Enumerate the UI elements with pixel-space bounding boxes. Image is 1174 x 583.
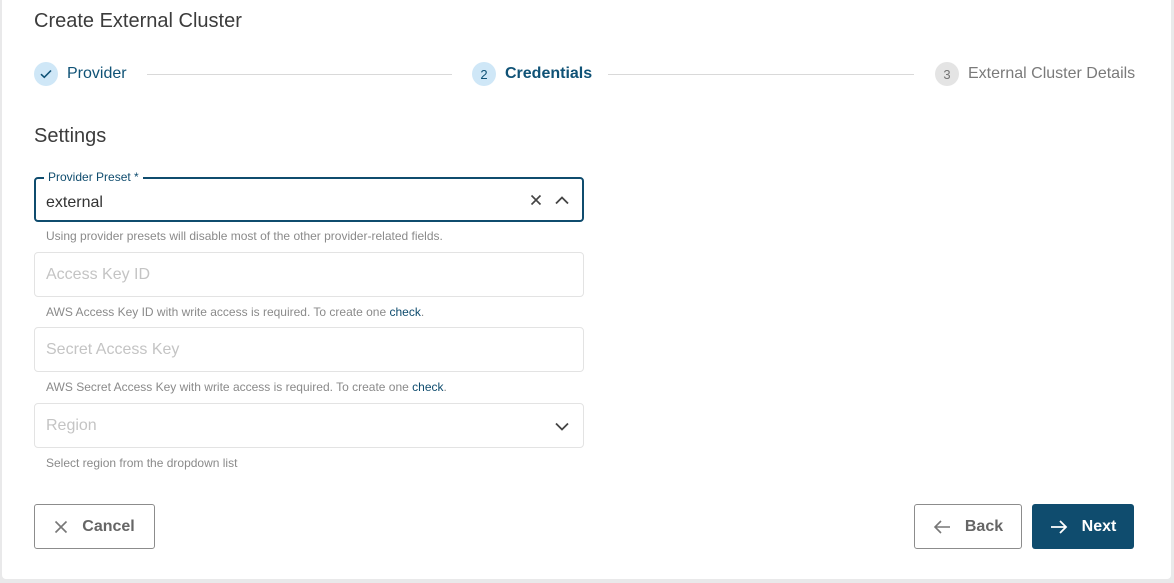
secret-access-key-hint: AWS Secret Access Key with write access … xyxy=(46,380,447,394)
step-external-cluster-details[interactable]: 3 External Cluster Details xyxy=(935,61,1135,87)
access-key-id-input[interactable]: Access Key ID xyxy=(34,252,584,297)
step-credentials[interactable]: 2 Credentials xyxy=(472,61,592,87)
hint-end: . xyxy=(443,380,447,394)
cancel-label: Cancel xyxy=(82,517,135,535)
check-link[interactable]: check xyxy=(389,305,420,319)
step-number: 2 xyxy=(472,62,496,86)
back-label: Back xyxy=(964,517,1004,535)
hint-text: AWS Secret Access Key with write access … xyxy=(46,380,413,394)
chevron-down-icon[interactable] xyxy=(553,417,571,435)
secret-access-key-input[interactable]: Secret Access Key xyxy=(34,327,584,372)
step-label: Provider xyxy=(67,65,127,82)
arrow-left-icon xyxy=(933,519,950,534)
clear-icon[interactable] xyxy=(527,191,545,209)
chevron-up-icon[interactable] xyxy=(553,191,571,209)
close-icon xyxy=(55,520,68,533)
hint-end: . xyxy=(420,305,425,319)
access-key-id-placeholder: Access Key ID xyxy=(46,266,151,283)
secret-access-key-placeholder: Secret Access Key xyxy=(46,341,180,358)
next-label: Next xyxy=(1081,517,1117,535)
next-button[interactable]: Next xyxy=(1032,504,1134,549)
step-number: 3 xyxy=(935,62,959,86)
step-label: External Cluster Details xyxy=(968,65,1136,82)
arrow-right-icon xyxy=(1050,519,1067,534)
stepper-connector xyxy=(147,74,452,75)
dialog-card: Create External Cluster Provider 2 Crede… xyxy=(2,0,1171,579)
provider-preset-value: external xyxy=(46,194,103,211)
region-select[interactable]: Region xyxy=(34,403,584,448)
region-placeholder: Region xyxy=(46,417,97,434)
region-hint: Select region from the dropdown list xyxy=(46,456,238,470)
cancel-button[interactable]: Cancel xyxy=(34,504,155,549)
step-label: Credentials xyxy=(505,65,593,82)
provider-preset-label: Provider Preset * xyxy=(44,170,143,184)
access-key-id-hint: AWS Access Key ID with write access is r… xyxy=(46,305,424,319)
dialog-title: Create External Cluster xyxy=(34,10,242,32)
hint-text: AWS Access Key ID with write access is r… xyxy=(46,305,390,319)
provider-preset-hint: Using provider presets will disable most… xyxy=(46,229,443,243)
step-provider[interactable]: Provider xyxy=(34,61,127,87)
provider-preset-select[interactable]: Provider Preset * external xyxy=(34,170,584,222)
back-button[interactable]: Back xyxy=(914,504,1022,549)
check-link[interactable]: check xyxy=(412,380,443,394)
stepper-connector xyxy=(608,74,914,75)
check-icon xyxy=(34,62,58,86)
section-title: Settings xyxy=(34,125,107,147)
